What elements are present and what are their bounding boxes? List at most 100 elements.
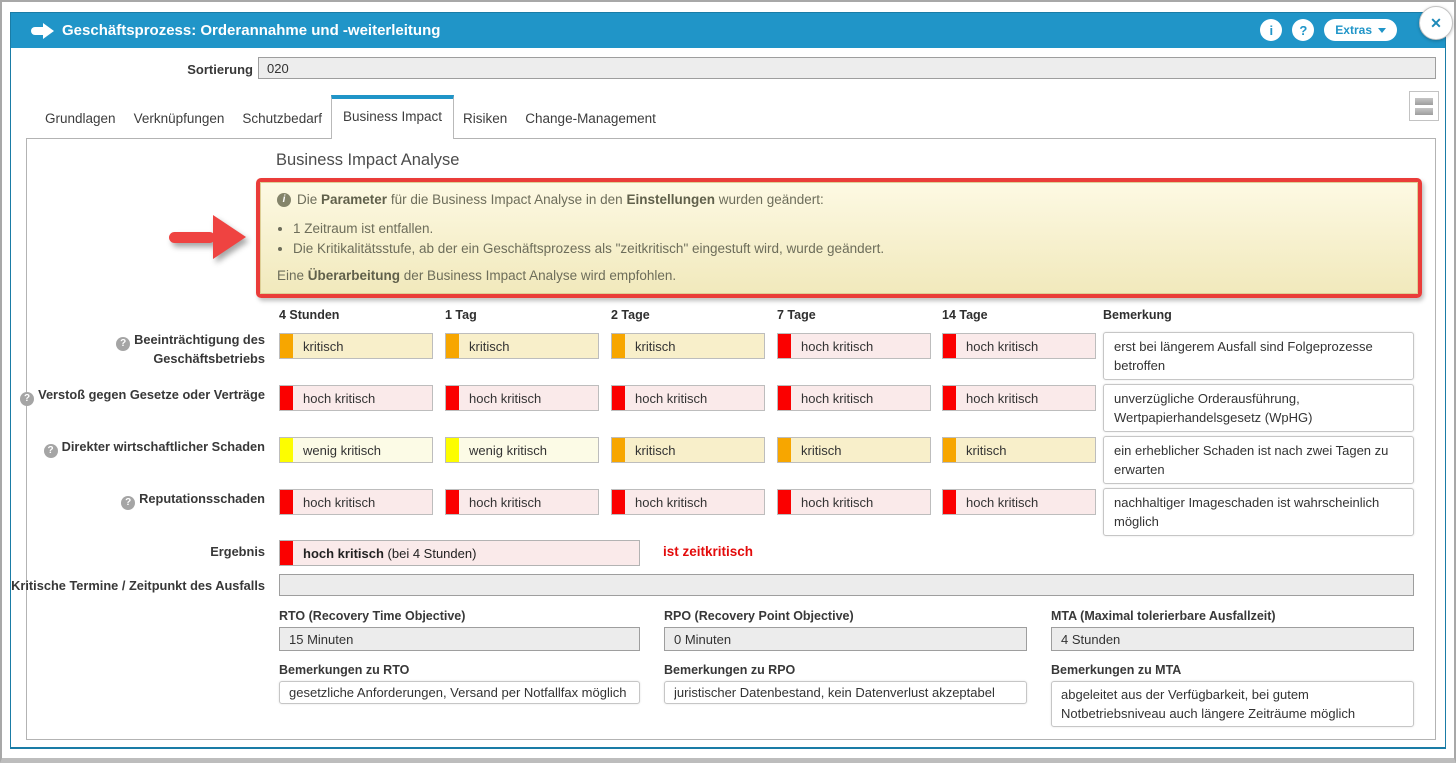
dialog-content: Sortierung Grundlagen Verknüpfungen Schu… [11,13,1445,747]
section-heading: Business Impact Analyse [276,151,459,170]
rating-marker [612,438,625,462]
tab-bar: Grundlagen Verknüpfungen Schutzbedarf Bu… [36,100,665,138]
rating-cell[interactable]: kritisch [445,333,599,359]
rating-marker [446,490,459,514]
rating-cell[interactable]: hoch kritisch [777,385,931,411]
rating-marker [778,386,791,410]
row-label-reputationsschaden: ?Reputationsschaden [11,491,265,510]
rpo-value-input[interactable] [664,627,1027,651]
bemerkung-field[interactable]: erst bei längerem Ausfall sind Folgeproz… [1103,332,1414,380]
rating-cell[interactable]: kritisch [611,437,765,463]
rto-label: RTO (Recovery Time Objective) [279,609,465,623]
column-header-14-tage: 14 Tage [942,308,988,322]
layout-toggle-button[interactable] [1409,91,1439,121]
tab-verknuepfungen[interactable]: Verknüpfungen [125,100,234,138]
bemerkung-field[interactable]: ein erheblicher Schaden ist nach zwei Ta… [1103,436,1414,484]
rating-marker [446,438,459,462]
column-header-2-tage: 2 Tage [611,308,650,322]
ergebnis-field[interactable]: hoch kritisch (bei 4 Stunden) [279,540,640,566]
rating-cell[interactable]: kritisch [942,437,1096,463]
tab-schutzbedarf[interactable]: Schutzbedarf [233,100,331,138]
bemerkung-field[interactable]: nachhaltiger Imageschaden ist wahrschein… [1103,488,1414,536]
rating-cell[interactable]: wenig kritisch [279,437,433,463]
rating-marker [280,334,293,358]
mta-label: MTA (Maximal tolerierbare Ausfallzeit) [1051,609,1276,623]
rating-cell[interactable]: hoch kritisch [445,385,599,411]
rating-marker [446,386,459,410]
notice-footer: Eine Überarbeitung der Business Impact A… [277,267,1401,285]
bia-change-notice: i Die Parameter für die Business Impact … [260,182,1418,294]
tab-change-management[interactable]: Change-Management [516,100,665,138]
bar-icon [1415,108,1433,115]
rto-bemerkung-label: Bemerkungen zu RTO [279,663,409,677]
rating-cell[interactable]: kritisch [279,333,433,359]
notice-bullet: 1 Zeitraum ist entfallen. [293,220,1401,238]
rating-marker [612,386,625,410]
rating-cell[interactable]: hoch kritisch [942,333,1096,359]
rating-marker [280,490,293,514]
help-icon[interactable]: ? [20,392,34,406]
column-header-7-tage: 7 Tage [777,308,816,322]
rpo-bemerkung-label: Bemerkungen zu RPO [664,663,795,677]
notice-bullet: Die Kritikalitätsstufe, ab der ein Gesch… [293,240,1401,258]
rpo-bemerkung-input[interactable] [664,681,1027,704]
dialog: Geschäftsprozess: Orderannahme und -weit… [10,12,1446,749]
help-icon[interactable]: ? [121,496,135,510]
rating-cell[interactable]: hoch kritisch [611,489,765,515]
row-label-verstoss: ?Verstoß gegen Gesetze oder Verträge [11,387,265,406]
rating-cell[interactable]: wenig kritisch [445,437,599,463]
notice-intro: i Die Parameter für die Business Impact … [277,191,1401,209]
column-header-4-stunden: 4 Stunden [279,308,339,322]
tab-grundlagen[interactable]: Grundlagen [36,100,125,138]
rpo-label: RPO (Recovery Point Objective) [664,609,854,623]
window-frame: Geschäftsprozess: Orderannahme und -weit… [0,0,1456,763]
rating-cell[interactable]: hoch kritisch [942,489,1096,515]
kritische-termine-label: Kritische Termine / Zeitpunkt des Ausfal… [0,578,265,594]
rating-marker [446,334,459,358]
help-icon[interactable]: ? [116,337,130,351]
rto-value-input[interactable] [279,627,640,651]
rating-marker [280,438,293,462]
notice-bullet-list: 1 Zeitraum ist entfallen. Die Kritikalit… [277,220,1401,258]
annotation-highlight-box: i Die Parameter für die Business Impact … [256,178,1422,298]
annotation-arrow-icon [169,215,249,259]
rating-cell[interactable]: hoch kritisch [279,385,433,411]
help-icon[interactable]: ? [44,444,58,458]
row-label-beeintraechtigung: ?Beeinträchtigung des Geschäftsbetriebs [11,332,265,367]
rating-cell[interactable]: hoch kritisch [279,489,433,515]
mta-bemerkung-label: Bemerkungen zu MTA [1051,663,1181,677]
bemerkung-field[interactable]: unverzügliche Orderausführung, Wertpapie… [1103,384,1414,432]
row-label-wirtschaftlicher-schaden: ?Direkter wirtschaftlicher Schaden [11,439,265,458]
info-icon: i [277,193,291,207]
mta-value-input[interactable] [1051,627,1414,651]
close-icon: ✕ [1430,15,1442,32]
rating-marker [612,334,625,358]
column-header-1-tag: 1 Tag [445,308,477,322]
tab-risiken[interactable]: Risiken [454,100,516,138]
rating-marker [943,386,956,410]
rating-cell[interactable]: hoch kritisch [777,489,931,515]
tab-business-impact[interactable]: Business Impact [331,95,454,139]
rating-marker [778,334,791,358]
ergebnis-label: Ergebnis [11,544,265,560]
rating-cell[interactable]: kritisch [777,437,931,463]
rto-bemerkung-input[interactable] [279,681,640,704]
close-button[interactable]: ✕ [1419,6,1453,40]
rating-cell[interactable]: hoch kritisch [445,489,599,515]
rating-marker [612,490,625,514]
rating-cell[interactable]: hoch kritisch [611,385,765,411]
rating-cell[interactable]: hoch kritisch [777,333,931,359]
bar-icon [1415,98,1433,105]
rating-marker [778,438,791,462]
rating-marker [280,541,293,565]
mta-bemerkung-input[interactable]: abgeleitet aus der Verfügbarkeit, bei gu… [1051,681,1414,727]
rating-marker [943,490,956,514]
rating-cell[interactable]: hoch kritisch [942,385,1096,411]
kritische-termine-input[interactable] [279,574,1414,596]
rating-marker [943,438,956,462]
rating-cell[interactable]: kritisch [611,333,765,359]
zeitkritisch-status: ist zeitkritisch [663,544,753,559]
notice-intro-text: Die Parameter für die Business Impact An… [297,191,824,209]
rating-marker [280,386,293,410]
column-header-bemerkung: Bemerkung [1103,308,1172,322]
